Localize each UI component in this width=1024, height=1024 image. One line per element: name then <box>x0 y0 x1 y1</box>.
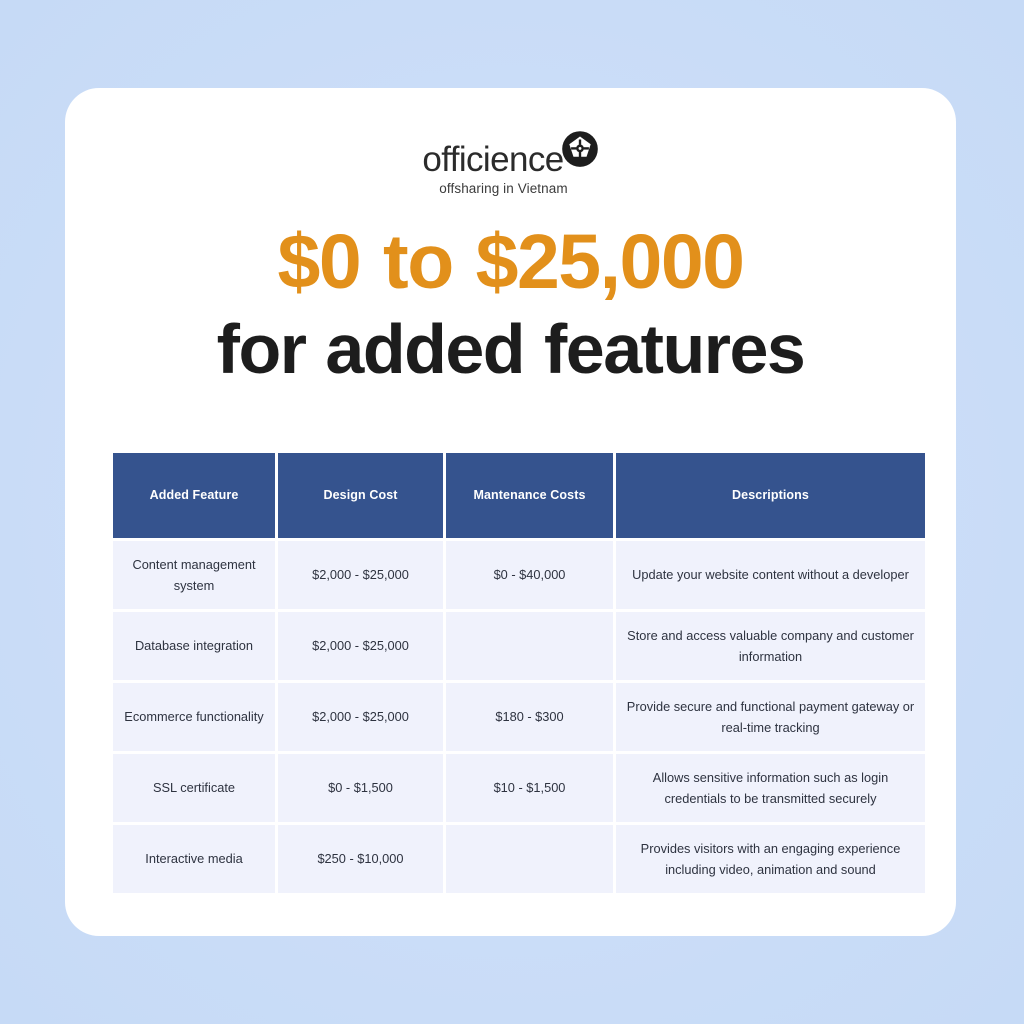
cell-design-cost: $2,000 - $25,000 <box>278 541 443 609</box>
column-header-added-feature: Added Feature <box>113 453 275 538</box>
cell-added-feature: Interactive media <box>113 825 275 893</box>
brand-logo: officience offsharing in Vietnam <box>65 130 956 196</box>
table-row: Content management system $2,000 - $25,00… <box>113 541 925 609</box>
table-header-row: Added Feature Design Cost Mantenance Cos… <box>113 453 925 538</box>
page-title: $0 to $25,000 for added features <box>65 223 956 385</box>
cell-maintenance-cost <box>446 825 613 893</box>
logo-tagline-text: offsharing in Vietnam <box>439 181 568 196</box>
cell-design-cost: $2,000 - $25,000 <box>278 683 443 751</box>
cell-description: Allows sensitive information such as log… <box>616 754 925 822</box>
table-row: Database integration $2,000 - $25,000 Stor… <box>113 612 925 680</box>
logo-wordmark-row: officience <box>422 130 598 177</box>
table-body: Content management system $2,000 - $25,00… <box>113 541 925 893</box>
logo-wordmark-text: officience <box>422 140 564 179</box>
column-header-descriptions: Descriptions <box>616 453 925 538</box>
headline-subject: for added features <box>216 309 806 388</box>
table-row: Ecommerce functionality $2,000 - $25,000 $… <box>113 683 925 751</box>
cell-description: Provides visitors with an engaging exper… <box>616 825 925 893</box>
table-row: SSL certificate $0 - $1,500 $10 - $1,500 Al… <box>113 754 925 822</box>
cell-description: Provide secure and functional payment ga… <box>616 683 925 751</box>
cell-added-feature: Ecommerce functionality <box>113 683 275 751</box>
officience-flower-mark-icon <box>561 131 598 167</box>
column-header-design-cost: Design Cost <box>278 453 443 538</box>
cell-maintenance-cost: $10 - $1,500 <box>446 754 613 822</box>
cell-design-cost: $2,000 - $25,000 <box>278 612 443 680</box>
cell-design-cost: $250 - $10,000 <box>278 825 443 893</box>
cell-description: Store and access valuable company and cu… <box>616 612 925 680</box>
cell-maintenance-cost: $0 - $40,000 <box>446 541 613 609</box>
content-card: officience offsharing in Vietnam $0 to $… <box>65 88 956 936</box>
cell-design-cost: $0 - $1,500 <box>278 754 443 822</box>
cell-added-feature: SSL certificate <box>113 754 275 822</box>
cell-added-feature: Content management system <box>113 541 275 609</box>
cell-maintenance-cost <box>446 612 613 680</box>
cell-added-feature: Database integration <box>113 612 275 680</box>
pricing-table: Added Feature Design Cost Mantenance Cos… <box>110 450 928 896</box>
headline-amount: $0 to $25,000 <box>277 219 745 305</box>
cell-description: Update your website content without a de… <box>616 541 925 609</box>
column-header-maintenance-costs: Mantenance Costs <box>446 453 613 538</box>
table-row: Interactive media $250 - $10,000 Provides … <box>113 825 925 893</box>
cell-maintenance-cost: $180 - $300 <box>446 683 613 751</box>
